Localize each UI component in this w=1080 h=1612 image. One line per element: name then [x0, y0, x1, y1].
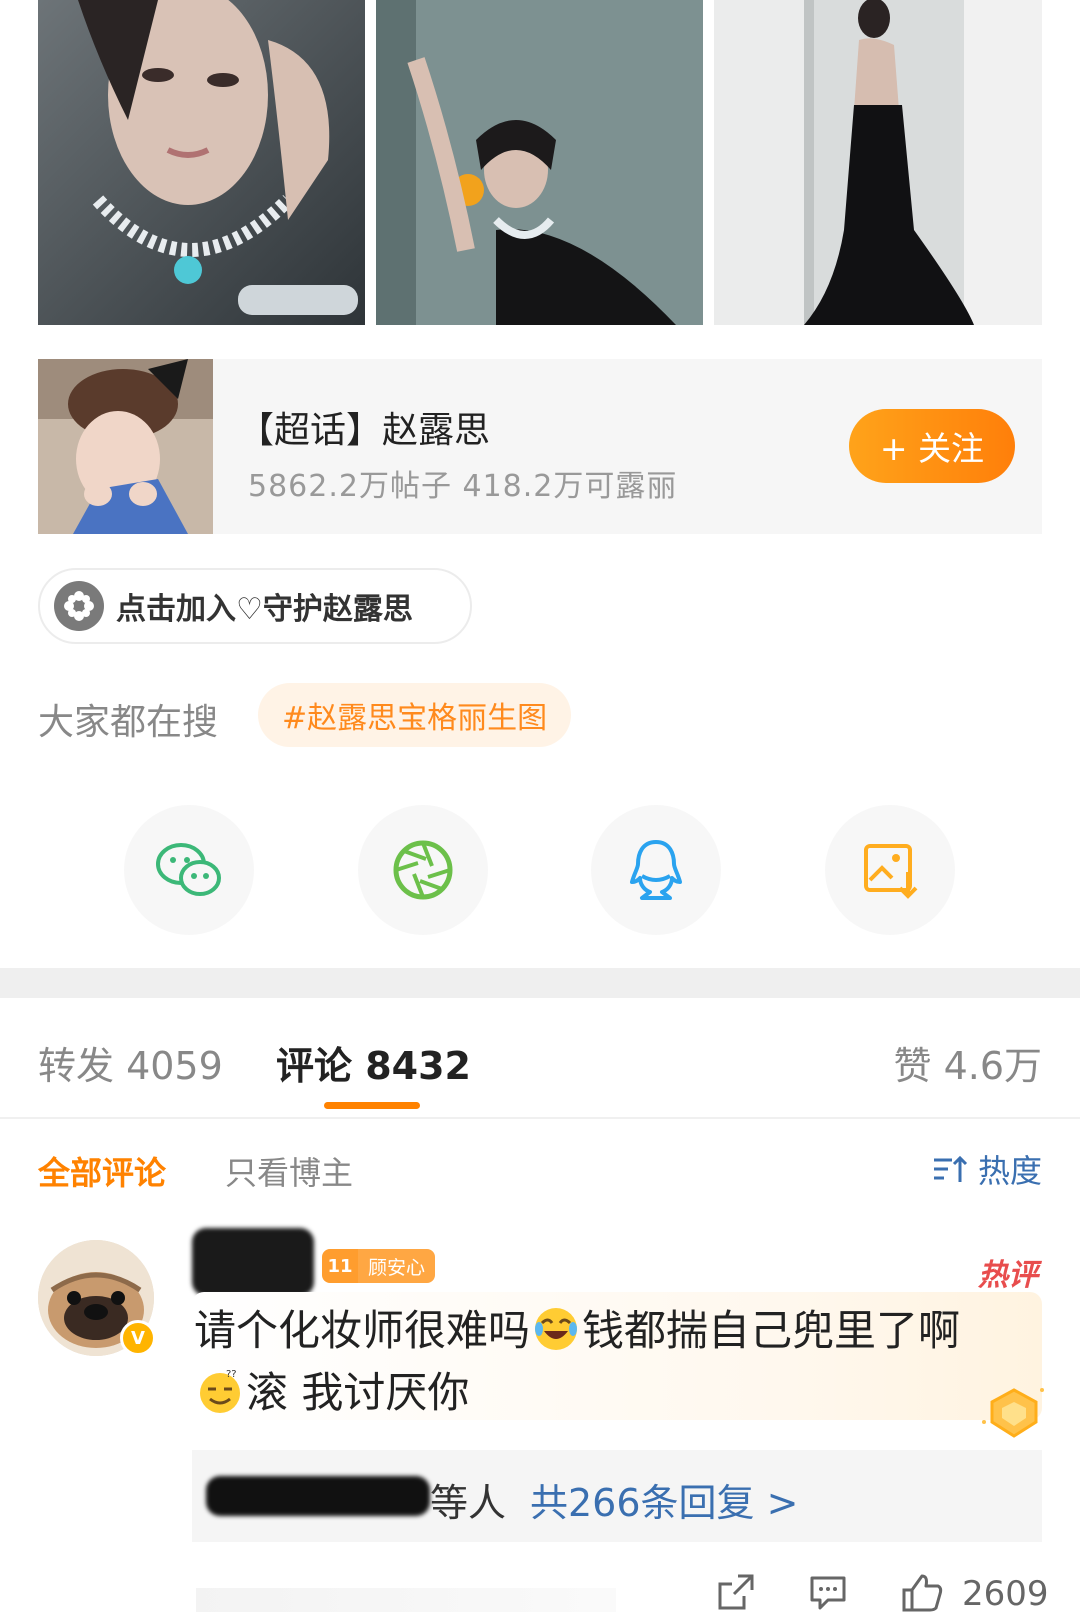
share-comment-icon[interactable]	[716, 1572, 756, 1612]
follow-button[interactable]: + 关注	[849, 409, 1015, 483]
sweat-smile-emoji-icon: ??	[200, 1369, 240, 1413]
topic-thumbnail	[38, 359, 213, 534]
comment-like-count: 2609	[962, 1574, 1049, 1612]
portrait-wall-image	[376, 0, 703, 325]
view-replies-link[interactable]: 共266条回复 >	[530, 1472, 798, 1527]
reply-users-suffix: 等人	[430, 1481, 507, 1525]
moments-icon	[393, 840, 453, 900]
comment-text-part1: 请个化妆师很难吗	[194, 1306, 531, 1355]
sort-label: 热度	[977, 1152, 1042, 1190]
post-image-1[interactable]	[38, 0, 365, 325]
portrait-jewelry-image	[38, 0, 365, 325]
trending-search-tag[interactable]: #赵露思宝格丽生图	[258, 683, 572, 747]
tab-divider	[0, 1117, 1080, 1119]
comment-text-part3: 滚 我讨厌你	[246, 1368, 470, 1417]
tab-likes[interactable]: 赞 4.6万	[893, 1035, 1042, 1090]
qq-icon	[630, 840, 682, 900]
join-guard-label: 点击加入♡守护赵露思	[116, 592, 413, 627]
fan-badge-name: 顾安心	[358, 1249, 436, 1283]
laugh-cry-emoji-icon	[535, 1308, 578, 1350]
redacted-username	[192, 1228, 314, 1296]
wechat-icon	[156, 843, 221, 896]
fan-level: 11	[322, 1249, 358, 1283]
flower-icon	[54, 581, 104, 631]
save-image-icon	[864, 844, 918, 899]
post-image-2[interactable]	[376, 0, 703, 325]
super-topic-card[interactable]: 【超话】赵露思 5862.2万帖子 418.2万可露丽 + 关注	[38, 359, 1042, 534]
redacted-reply-users	[206, 1476, 430, 1516]
verified-badge: V	[120, 1320, 156, 1356]
join-guard-button[interactable]: 点击加入♡守护赵露思	[38, 568, 472, 644]
comment-text-part2: 钱都揣自己兜里了啊	[582, 1306, 961, 1355]
sort-button[interactable]: 热度	[932, 1146, 1042, 1192]
post-image-3[interactable]	[714, 0, 1042, 325]
full-length-dress-image	[714, 0, 1042, 325]
sort-icon	[933, 1155, 968, 1182]
section-divider	[0, 968, 1080, 998]
fan-level-badge: 11 顾安心	[322, 1249, 436, 1283]
trending-search-label: 大家都在搜	[38, 702, 219, 743]
topic-stats: 5862.2万帖子 418.2万可露丽	[248, 469, 678, 504]
reply-summary[interactable]: 等人 共266条回复 >	[192, 1450, 1042, 1542]
share-qq-button[interactable]	[591, 805, 721, 935]
filter-owner-only[interactable]: 只看博主	[225, 1148, 353, 1194]
crown-badge-icon	[982, 1388, 1044, 1438]
svg-text:??: ??	[226, 1369, 237, 1380]
hot-comment-tag: 热评	[978, 1258, 1038, 1293]
tab-comments[interactable]: 评论 8432	[276, 1035, 471, 1090]
comment-text: 请个化妆师很难吗 钱都揣自己兜里了啊 ?? 滚 我讨厌你	[194, 1300, 1024, 1424]
tab-repost[interactable]: 转发 4059	[38, 1035, 223, 1090]
share-wechat-button[interactable]	[124, 805, 254, 935]
save-image-button[interactable]	[825, 805, 955, 935]
like-icon[interactable]	[900, 1572, 944, 1612]
filter-all-comments[interactable]: 全部评论	[38, 1148, 166, 1194]
topic-title: 【超话】赵露思	[238, 410, 491, 451]
active-tab-indicator	[324, 1102, 420, 1109]
cropped-row	[196, 1588, 616, 1612]
reply-comment-icon[interactable]	[808, 1572, 848, 1612]
share-moments-button[interactable]	[358, 805, 488, 935]
